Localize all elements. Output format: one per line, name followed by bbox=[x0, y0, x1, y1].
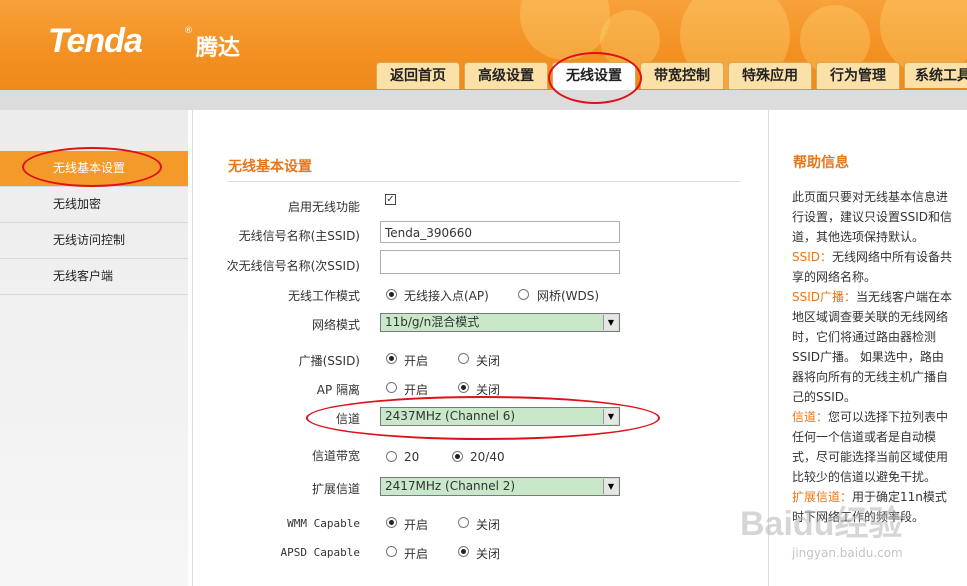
ssid2-input[interactable] bbox=[380, 250, 620, 274]
ap-isolation-label: AP 隔离 bbox=[316, 383, 360, 397]
sidebar-item-label: 无线访问控制 bbox=[53, 233, 126, 247]
bandwidth-2040-label: 20/40 bbox=[470, 450, 505, 464]
ext-channel-value: 2417MHz (Channel 2) bbox=[385, 479, 516, 493]
ssid-input[interactable]: Tenda_390660 bbox=[380, 221, 620, 243]
broadcast-on-label: 开启 bbox=[404, 354, 429, 368]
help-intro: 此页面只要对无线基本信息进行设置，建议只设置SSID和信道，其他选项保持默认。 bbox=[792, 190, 953, 244]
wmm-off-label: 关闭 bbox=[476, 518, 501, 532]
tenda-logo: Tenda bbox=[48, 22, 143, 60]
apsd-label: APSD Capable bbox=[280, 546, 360, 559]
registered-mark: ® bbox=[184, 26, 193, 36]
bandwidth-20-label: 20 bbox=[404, 450, 420, 464]
mode-wds-label: 网桥(WDS) bbox=[537, 289, 600, 303]
mode-ap-label: 无线接入点(AP) bbox=[404, 289, 489, 303]
apsd-off-radio[interactable] bbox=[458, 546, 469, 557]
sidebar-item-label: 无线加密 bbox=[53, 197, 102, 211]
apsd-off-label: 关闭 bbox=[476, 547, 501, 561]
broadcast-label: 广播(SSID) bbox=[298, 354, 360, 368]
help-channel-key: 信道： bbox=[792, 410, 829, 424]
title-divider bbox=[228, 181, 740, 182]
tab-special-apps[interactable]: 特殊应用 bbox=[728, 62, 812, 89]
mode-wds-radio[interactable] bbox=[518, 289, 529, 300]
dropdown-arrow-icon: ▼ bbox=[603, 315, 618, 330]
dropdown-arrow-icon: ▼ bbox=[603, 479, 618, 494]
tab-home[interactable]: 返回首页 bbox=[376, 62, 460, 89]
highlight-oval bbox=[22, 147, 162, 187]
mode-ap-radio[interactable] bbox=[386, 289, 397, 300]
enable-wireless-label: 启用无线功能 bbox=[287, 200, 360, 214]
network-mode-label: 网络模式 bbox=[311, 318, 360, 332]
ap-isolation-on-label: 开启 bbox=[404, 383, 429, 397]
work-mode-label: 无线工作模式 bbox=[287, 289, 360, 303]
ext-channel-select[interactable]: 2417MHz (Channel 2) ▼ bbox=[380, 477, 620, 496]
tab-advanced[interactable]: 高级设置 bbox=[464, 62, 548, 89]
wmm-on-label: 开启 bbox=[404, 518, 429, 532]
bandwidth-label: 信道带宽 bbox=[311, 449, 360, 463]
ap-isolation-off-radio[interactable] bbox=[458, 382, 469, 393]
tab-behavior[interactable]: 行为管理 bbox=[816, 62, 900, 89]
highlight-oval bbox=[548, 52, 642, 104]
ssid2-label: 次无线信号名称(次SSID) bbox=[226, 259, 360, 273]
help-ssid-key: SSID： bbox=[792, 250, 833, 264]
bandwidth-20-radio[interactable] bbox=[386, 451, 397, 462]
divider bbox=[192, 110, 193, 586]
network-mode-select[interactable]: 11b/g/n混合模式 ▼ bbox=[380, 313, 620, 332]
watermark-logo: Baidu经验 bbox=[740, 505, 903, 543]
sidebar-item-label: 无线客户端 bbox=[53, 269, 114, 283]
broadcast-off-label: 关闭 bbox=[476, 354, 501, 368]
broadcast-on-radio[interactable] bbox=[386, 353, 397, 364]
bandwidth-2040-radio[interactable] bbox=[452, 451, 463, 462]
ext-channel-label: 扩展信道 bbox=[311, 482, 360, 496]
apsd-on-label: 开启 bbox=[404, 547, 429, 561]
highlight-oval bbox=[306, 396, 660, 440]
help-broadcast-text: 当无线客户端在本地区域调查要关联的无线网络时，它们将通过路由器检测SSID广播。… bbox=[792, 290, 953, 404]
watermark-url: jingyan.baidu.com bbox=[792, 546, 903, 560]
tenda-logo-cn: 腾达 bbox=[196, 36, 241, 61]
apsd-on-radio[interactable] bbox=[386, 546, 397, 557]
wmm-off-radio[interactable] bbox=[458, 517, 469, 528]
header-banner: Tenda ® 腾达 返回首页 高级设置 无线设置 带宽控制 特殊应用 行为管理… bbox=[0, 0, 967, 90]
enable-wireless-checkbox[interactable]: ✓ bbox=[385, 194, 396, 205]
wmm-label: WMM Capable bbox=[287, 517, 360, 530]
ssid-label: 无线信号名称(主SSID) bbox=[238, 229, 360, 243]
wmm-on-radio[interactable] bbox=[386, 517, 397, 528]
tab-bandwidth[interactable]: 带宽控制 bbox=[640, 62, 724, 89]
broadcast-off-radio[interactable] bbox=[458, 353, 469, 364]
help-text: 此页面只要对无线基本信息进行设置，建议只设置SSID和信道，其他选项保持默认。 … bbox=[792, 187, 954, 527]
network-mode-value: 11b/g/n混合模式 bbox=[385, 315, 480, 329]
tab-system-tools[interactable]: 系统工具 bbox=[904, 62, 967, 88]
page-title: 无线基本设置 bbox=[228, 159, 312, 175]
ap-isolation-on-radio[interactable] bbox=[386, 382, 397, 393]
help-title: 帮助信息 bbox=[793, 155, 849, 171]
help-broadcast-key: SSID广播： bbox=[792, 290, 857, 304]
header-separator bbox=[0, 90, 967, 110]
